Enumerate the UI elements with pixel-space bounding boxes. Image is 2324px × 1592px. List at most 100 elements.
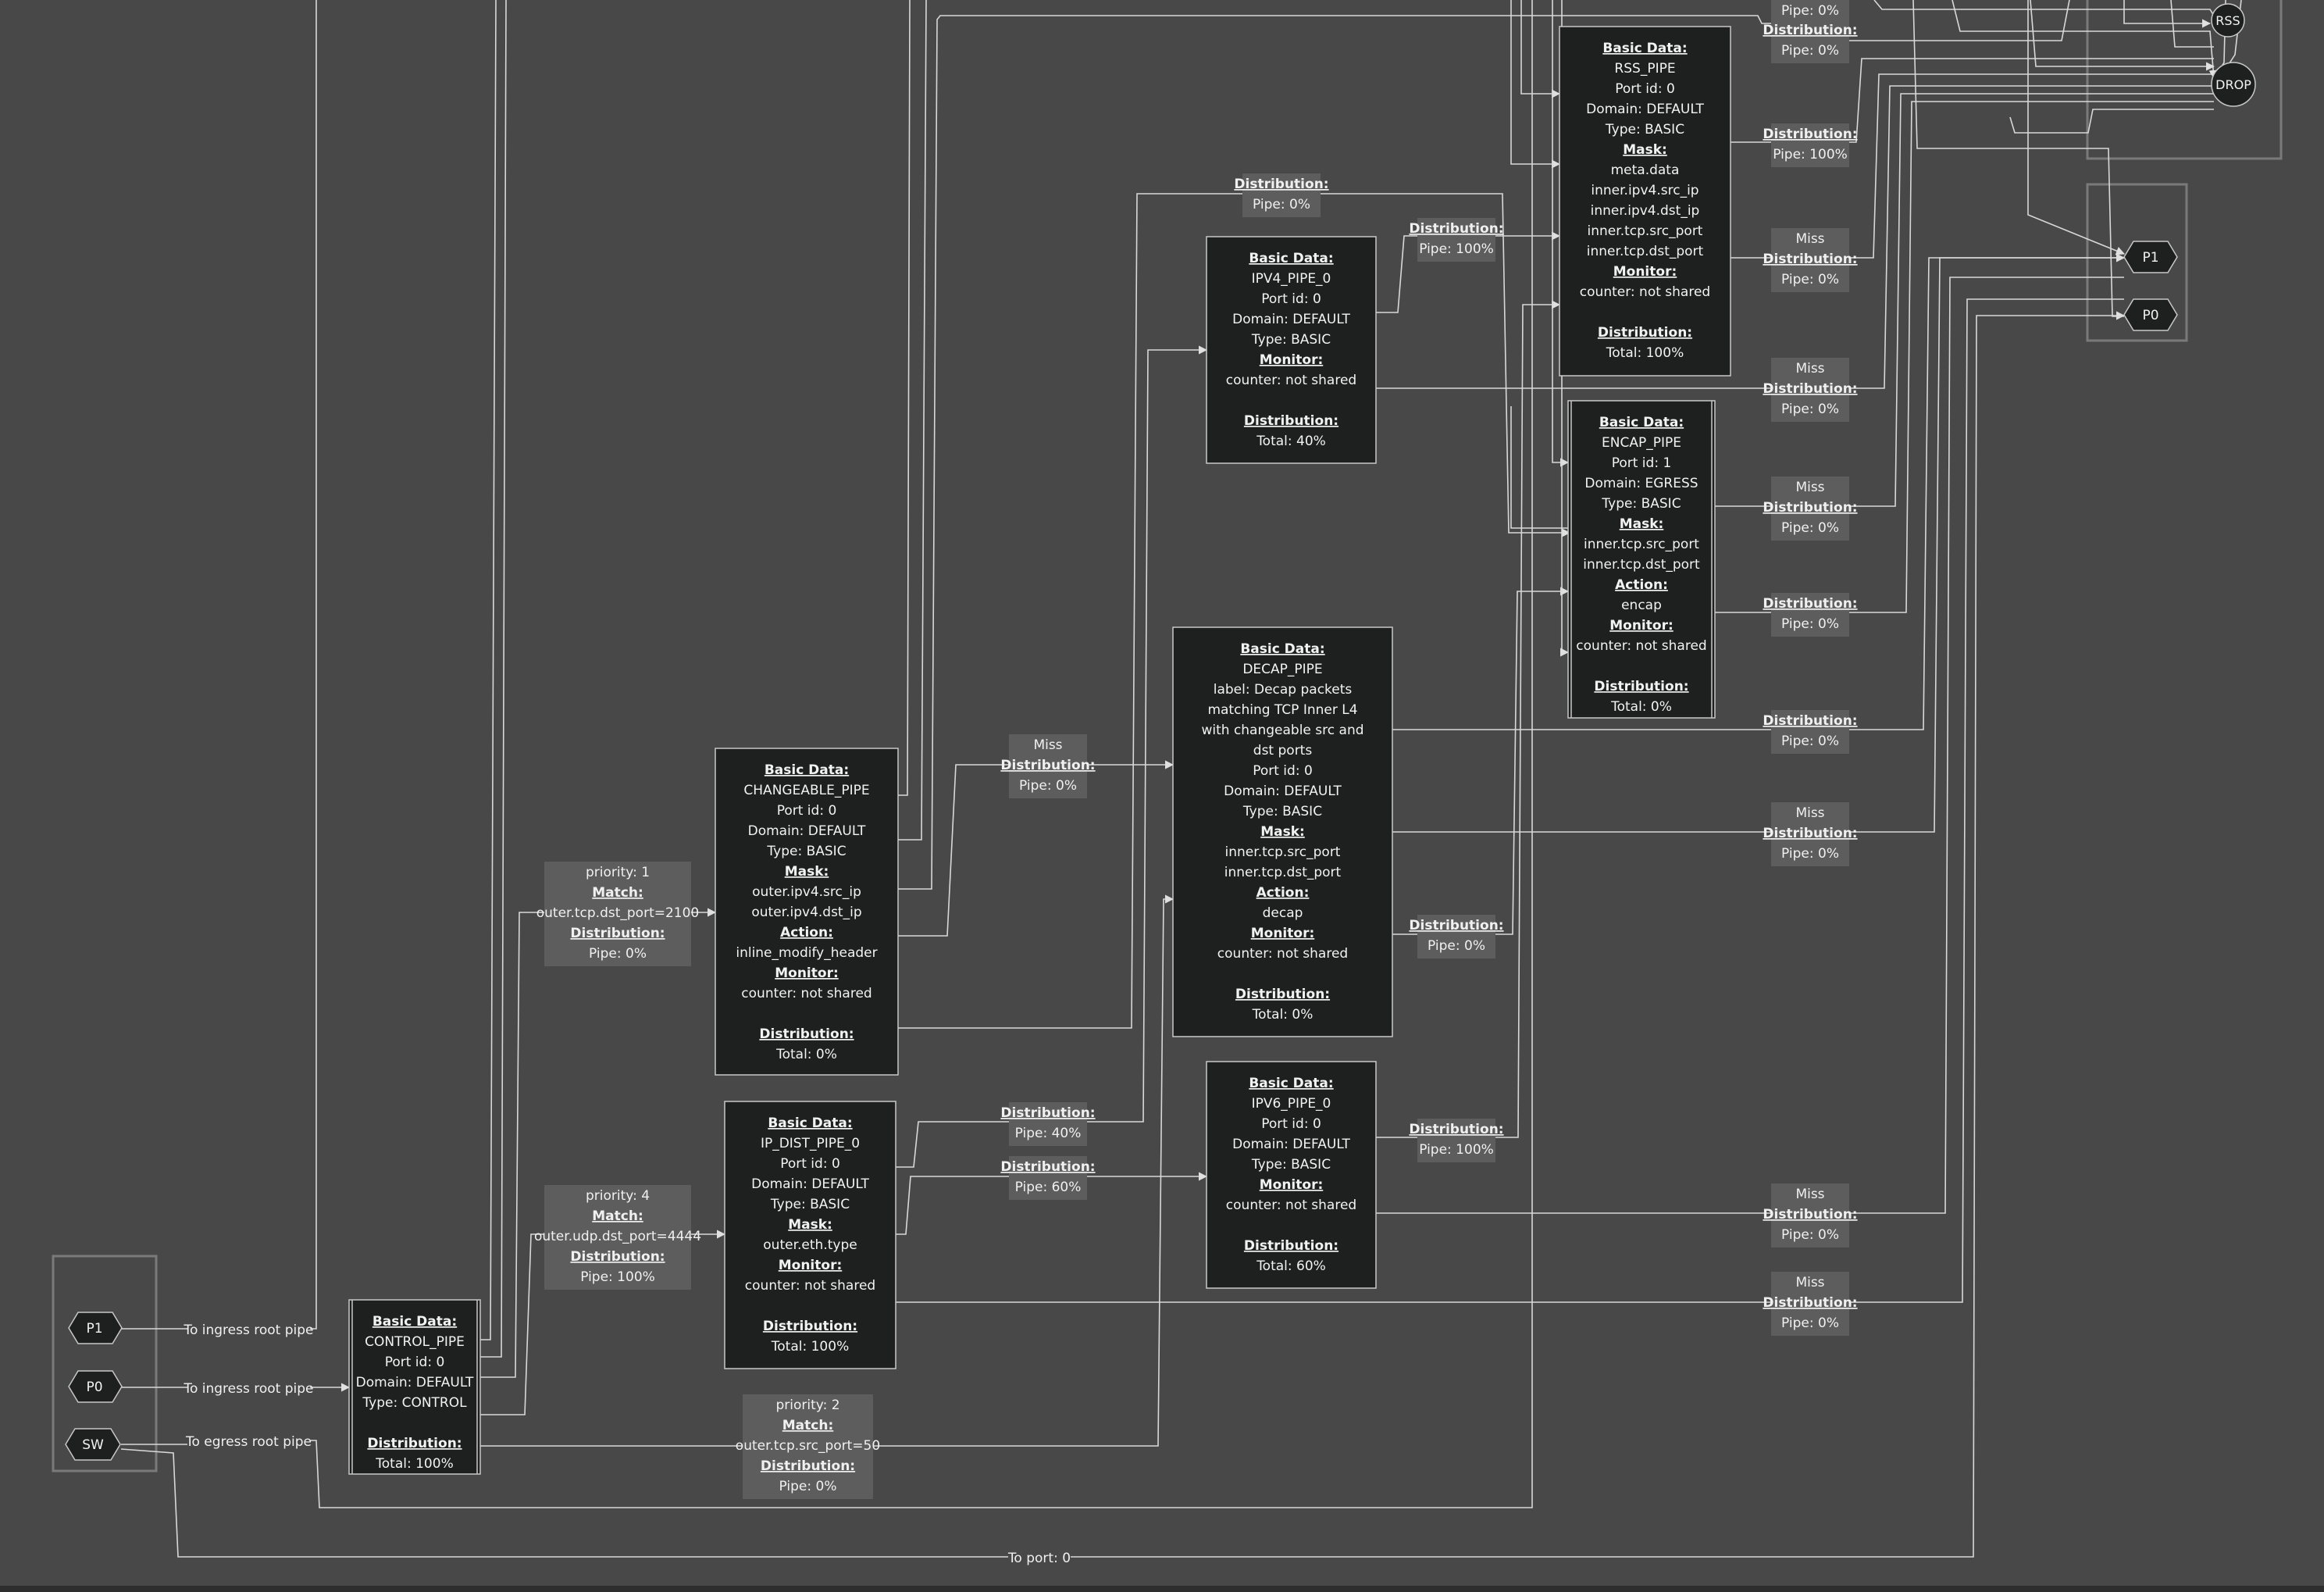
edge-label-ipdist-40: Distribution: Pipe: 40% (1000, 1102, 1096, 1146)
port-label: P1 (2142, 250, 2158, 266)
rss-target: RSS (2211, 3, 2245, 37)
node-line: inner.tcp.dst_port (1587, 244, 1704, 259)
node-line: counter: not shared (745, 1278, 875, 1294)
label-line: Miss (1795, 361, 1824, 377)
node-line: ENCAP_PIPE (1602, 435, 1681, 451)
label-line: Miss (1795, 1187, 1824, 1202)
label-line: outer.tcp.dst_port=2100 (536, 905, 700, 921)
node-line: Port id: 0 (777, 803, 837, 819)
node-line: Basic Data: (372, 1314, 457, 1330)
label-line: Distribution: (570, 1249, 665, 1265)
node-line: label: Decap packets (1214, 682, 1353, 698)
edge-ipdist-60 (896, 1176, 1009, 1235)
edge-label-to-ingress-1: To ingress root pipe (183, 1319, 314, 1343)
edge-ipdist-miss-cont (1849, 298, 2124, 1303)
edge-label-to-egress: To egress root pipe (185, 1431, 312, 1455)
node-line: Basic Data: (1240, 641, 1324, 657)
edge-ipv4-rss (1376, 235, 1417, 313)
node-decap-pipe[interactable]: Basic Data: DECAP_PIPE label: Decap packet… (1172, 626, 1393, 1037)
node-line: Type: BASIC (1251, 1157, 1331, 1173)
node-line: IPV4_PIPE_0 (1252, 271, 1331, 287)
pipeline-diagram: Basic Data: RSS_PIPE Port id: 0 Domain: DEF… (52, 0, 2283, 1571)
label-line: priority: 4 (586, 1188, 650, 1204)
node-line: Mask: (788, 1217, 832, 1233)
label-line: Distribution: (761, 1458, 855, 1474)
node-line: IP_DIST_PIPE_0 (761, 1136, 860, 1151)
label-line: To egress root pipe (185, 1434, 312, 1450)
edge-label-decap-to-encap: Distribution: Pipe: 0% (1409, 915, 1504, 958)
node-line: outer.ipv4.src_ip (752, 884, 861, 900)
label-line: Distribution: (1409, 1122, 1503, 1137)
node-line: Type: BASIC (770, 1197, 850, 1212)
edge-label-ipv4-miss: Miss Distribution: Pipe: 0% (1763, 358, 1858, 422)
node-line: encap (1621, 598, 1662, 613)
edge-label-ipv6-miss: Miss Distribution: Pipe: 0% (1763, 1183, 1858, 1248)
node-ipv6-pipe[interactable]: Basic Data: IPV6_PIPE_0 Port id: 0 Domain: … (1206, 1061, 1377, 1289)
label-line: Pipe: 0% (1781, 734, 1839, 749)
edge-control-prio1 (480, 912, 544, 1378)
edge-into-rss-2 (1520, 0, 1561, 98)
label-line: priority: 1 (586, 865, 650, 880)
window-bottom-edge (0, 1586, 2324, 1592)
node-rss-pipe[interactable]: Basic Data: RSS_PIPE Port id: 0 Domain: DEF… (1559, 26, 1731, 377)
port-label: RSS (2215, 13, 2240, 28)
node-line: Port id: 0 (1261, 1116, 1321, 1132)
label-line: Pipe: 60% (1015, 1180, 1082, 1195)
port-label: P0 (86, 1380, 102, 1395)
edge-top-rss-1 (2123, 0, 2212, 28)
port-label: P1 (86, 1321, 102, 1337)
node-line: Domain: DEFAULT (751, 1176, 869, 1192)
node-line: Domain: DEFAULT (1232, 312, 1350, 327)
node-ip-dist-pipe[interactable]: Basic Data: IP_DIST_PIPE_0 Port id: 0 Domai… (724, 1101, 896, 1369)
label-line: Match: (592, 885, 643, 901)
node-line: Basic Data: (1249, 1076, 1333, 1091)
node-line: RSS_PIPE (1614, 61, 1675, 77)
node-line: Type: BASIC (1242, 804, 1322, 819)
node-line: counter: not shared (741, 986, 872, 1001)
destination-port-p1: P1 (2123, 241, 2178, 273)
label-line: Pipe: 0% (1781, 3, 1839, 19)
node-line: matching TCP Inner L4 (1207, 702, 1357, 718)
label-line: Pipe: 100% (1419, 241, 1494, 257)
node-line: Basic Data: (1249, 251, 1333, 266)
edge-control-up1 (480, 0, 497, 1340)
edge-label-decap-miss: Miss Distribution: Pipe: 0% (1763, 802, 1858, 866)
node-line: Port id: 0 (385, 1355, 445, 1370)
node-line: Total: 0% (1252, 1007, 1313, 1023)
edge-label-to-ingress-0: To ingress root pipe (183, 1378, 314, 1401)
label-line: Miss (1795, 805, 1824, 821)
node-line: Action: (1256, 885, 1310, 901)
node-changeable-pipe[interactable]: Basic Data: CHANGEABLE_PIPE Port id: 0 Doma… (715, 748, 899, 1076)
label-line: Distribution: (1763, 500, 1857, 516)
node-line: Distribution: (1244, 1238, 1338, 1254)
node-line: with changeable src and (1201, 723, 1363, 738)
edge-label-decap-dist-right: Distribution: Pipe: 0% (1763, 710, 1858, 754)
node-line: Basic Data: (1602, 41, 1687, 56)
node-line: CONTROL_PIPE (365, 1334, 465, 1350)
label-line: Distribution: (1763, 1207, 1857, 1223)
edge-label-ipdist-miss: Miss Distribution: Pipe: 0% (1763, 1272, 1858, 1336)
source-port-p0: P0 (68, 1370, 123, 1403)
edge-decap-miss-cont (1849, 253, 2126, 833)
edge-label-rss-dist-top: Distribution: Pipe: 0% (1763, 20, 1858, 63)
node-line: Domain: DEFAULT (1224, 784, 1342, 799)
node-encap-pipe[interactable]: Basic Data: ENCAP_PIPE Port id: 1 Domain: E… (1567, 400, 1716, 719)
label-line: Distribution: (1000, 1159, 1095, 1175)
label-line: Pipe: 0% (1253, 197, 1310, 212)
node-ipv4-pipe[interactable]: Basic Data: IPV4_PIPE_0 Port id: 0 Domain: … (1206, 236, 1377, 464)
node-line: inner.tcp.src_port (1584, 537, 1699, 552)
node-line: Total: 100% (771, 1339, 849, 1355)
node-line: Monitor: (1609, 618, 1673, 634)
node-line: Mask: (1623, 142, 1667, 158)
node-line: Basic Data: (1599, 415, 1684, 430)
node-line: Action: (1615, 577, 1668, 593)
node-line: DECAP_PIPE (1242, 662, 1322, 677)
edge-rss-dist-top (1849, 0, 2070, 41)
edge-label-ipdist-60: Distribution: Pipe: 60% (1000, 1156, 1096, 1200)
label-line: Distribution: (1763, 127, 1857, 142)
node-line: Total: 100% (375, 1456, 453, 1472)
node-line: Mask: (1620, 516, 1664, 532)
node-control-pipe[interactable]: Basic Data: CONTROL_PIPE Port id: 0 Domain:… (348, 1299, 481, 1475)
edge-ipv6-miss-cont (1849, 277, 2124, 1214)
label-line: Distribution: (1409, 918, 1503, 933)
